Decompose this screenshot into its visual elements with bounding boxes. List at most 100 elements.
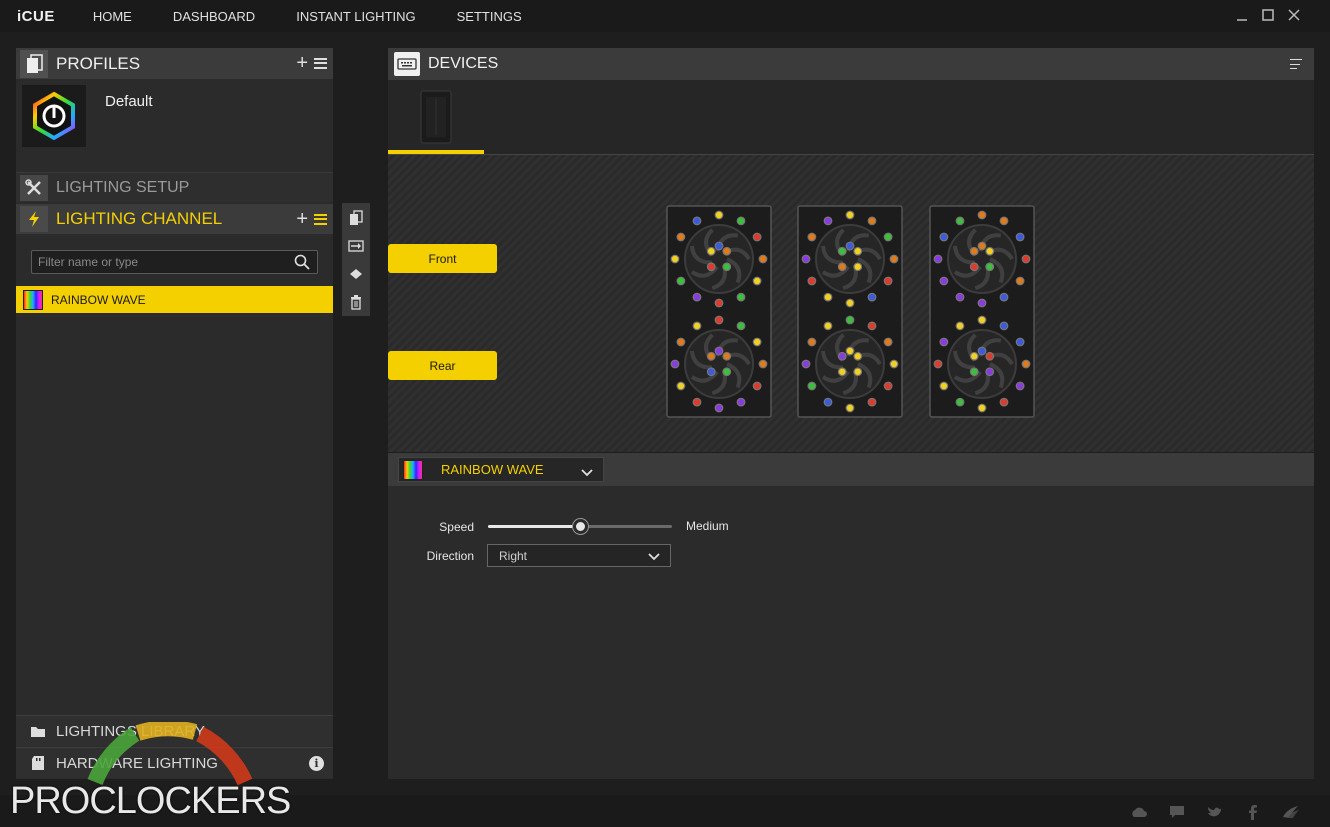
led-outer bbox=[692, 397, 702, 407]
add-effect-button[interactable]: + bbox=[296, 209, 308, 229]
led-outer bbox=[939, 337, 949, 347]
minimize-icon[interactable] bbox=[1234, 6, 1250, 24]
led-outer bbox=[752, 232, 762, 242]
led-outer bbox=[889, 359, 899, 369]
app-title: iCUE bbox=[17, 7, 55, 25]
memory-card-icon bbox=[24, 753, 52, 773]
led-inner bbox=[837, 262, 847, 272]
lightings-library-row[interactable]: LIGHTINGS LIBRARY bbox=[16, 715, 333, 746]
profile-name: Default bbox=[105, 93, 153, 110]
led-outer bbox=[676, 276, 686, 286]
led-inner bbox=[722, 246, 732, 256]
led-outer bbox=[1015, 337, 1025, 347]
lighting-setup-header[interactable]: LIGHTING SETUP bbox=[16, 172, 333, 202]
lighting-setup-title: LIGHTING SETUP bbox=[56, 178, 190, 196]
led-outer bbox=[845, 403, 855, 413]
led-outer bbox=[823, 216, 833, 226]
side-toolbar bbox=[342, 203, 370, 316]
speed-slider-thumb[interactable] bbox=[573, 519, 588, 534]
profile-item-default[interactable]: Default bbox=[16, 79, 333, 151]
led-inner bbox=[985, 351, 995, 361]
led-outer bbox=[1021, 359, 1031, 369]
led-outer bbox=[823, 397, 833, 407]
led-inner bbox=[845, 346, 855, 356]
led-inner bbox=[977, 346, 987, 356]
led-inner bbox=[985, 246, 995, 256]
led-inner bbox=[722, 351, 732, 361]
devices-title: DEVICES bbox=[428, 55, 499, 72]
led-outer bbox=[845, 298, 855, 308]
direction-select[interactable]: Right bbox=[487, 544, 671, 567]
copy-icon[interactable] bbox=[347, 209, 365, 227]
led-outer bbox=[977, 403, 987, 413]
led-outer bbox=[883, 276, 893, 286]
led-outer bbox=[676, 381, 686, 391]
direction-value: Right bbox=[499, 548, 528, 563]
led-inner bbox=[845, 241, 855, 251]
twitter-icon[interactable] bbox=[1206, 804, 1224, 820]
add-profile-button[interactable]: + bbox=[296, 53, 308, 73]
cloud-icon[interactable] bbox=[1130, 804, 1148, 820]
lightings-library-title: LIGHTINGS LIBRARY bbox=[56, 722, 205, 740]
led-outer bbox=[867, 292, 877, 302]
led-outer bbox=[867, 397, 877, 407]
led-outer bbox=[999, 397, 1009, 407]
led-outer bbox=[676, 337, 686, 347]
led-outer bbox=[670, 254, 680, 264]
nav-instant-lighting[interactable]: INSTANT LIGHTING bbox=[296, 9, 415, 24]
led-outer bbox=[845, 210, 855, 220]
rainbow-swatch-icon bbox=[23, 289, 43, 310]
led-outer bbox=[867, 321, 877, 331]
profiles-title: PROFILES bbox=[56, 53, 141, 73]
device-canvas: Front Rear bbox=[388, 155, 1314, 452]
led-inner bbox=[714, 241, 724, 251]
led-outer bbox=[999, 216, 1009, 226]
led-outer bbox=[752, 337, 762, 347]
led-outer bbox=[692, 216, 702, 226]
title-bar: iCUE HOME DASHBOARD INSTANT LIGHTING SET… bbox=[0, 0, 1330, 32]
chevron-down-icon bbox=[648, 551, 660, 561]
effect-select-label: RAINBOW WAVE bbox=[441, 462, 544, 477]
nav-home[interactable]: HOME bbox=[93, 9, 132, 24]
led-outer bbox=[883, 337, 893, 347]
delete-icon[interactable] bbox=[347, 293, 365, 311]
sort-icon[interactable] bbox=[1290, 59, 1302, 69]
led-outer bbox=[758, 254, 768, 264]
led-inner bbox=[977, 241, 987, 251]
led-inner bbox=[706, 262, 716, 272]
effect-item-rainbow-wave[interactable]: RAINBOW WAVE bbox=[16, 286, 333, 313]
led-outer bbox=[955, 397, 965, 407]
led-outer bbox=[823, 292, 833, 302]
channel-menu-icon[interactable] bbox=[314, 213, 327, 225]
nav-settings[interactable]: SETTINGS bbox=[457, 9, 522, 24]
led-outer bbox=[939, 381, 949, 391]
led-inner bbox=[853, 351, 863, 361]
effect-select[interactable]: RAINBOW WAVE bbox=[398, 457, 604, 482]
led-inner bbox=[837, 246, 847, 256]
close-icon[interactable] bbox=[1286, 6, 1302, 24]
nav-dashboard[interactable]: DASHBOARD bbox=[173, 9, 255, 24]
filter-input[interactable] bbox=[31, 250, 318, 274]
move-icon[interactable] bbox=[347, 265, 365, 283]
led-outer bbox=[939, 276, 949, 286]
import-icon[interactable] bbox=[347, 237, 365, 255]
led-outer bbox=[714, 403, 724, 413]
tools-icon bbox=[20, 174, 48, 201]
maximize-icon[interactable] bbox=[1260, 6, 1276, 24]
profiles-header: PROFILES + bbox=[16, 48, 333, 79]
hardware-lighting-row[interactable]: HARDWARE LIGHTING i bbox=[16, 747, 333, 778]
corsair-icon[interactable] bbox=[1282, 804, 1300, 820]
search-icon[interactable] bbox=[294, 254, 310, 270]
profiles-menu-icon[interactable] bbox=[314, 57, 327, 69]
facebook-icon[interactable] bbox=[1244, 804, 1262, 820]
led-outer bbox=[752, 381, 762, 391]
bottom-bar bbox=[0, 795, 1330, 827]
chevron-down-icon bbox=[581, 465, 593, 477]
speed-slider[interactable] bbox=[488, 519, 672, 534]
led-outer bbox=[752, 276, 762, 286]
rainbow-swatch-icon bbox=[403, 459, 423, 480]
profiles-icon bbox=[20, 49, 48, 78]
chat-icon[interactable] bbox=[1168, 804, 1186, 820]
device-tab-lighting-node[interactable] bbox=[388, 80, 484, 154]
info-icon[interactable]: i bbox=[309, 756, 324, 771]
